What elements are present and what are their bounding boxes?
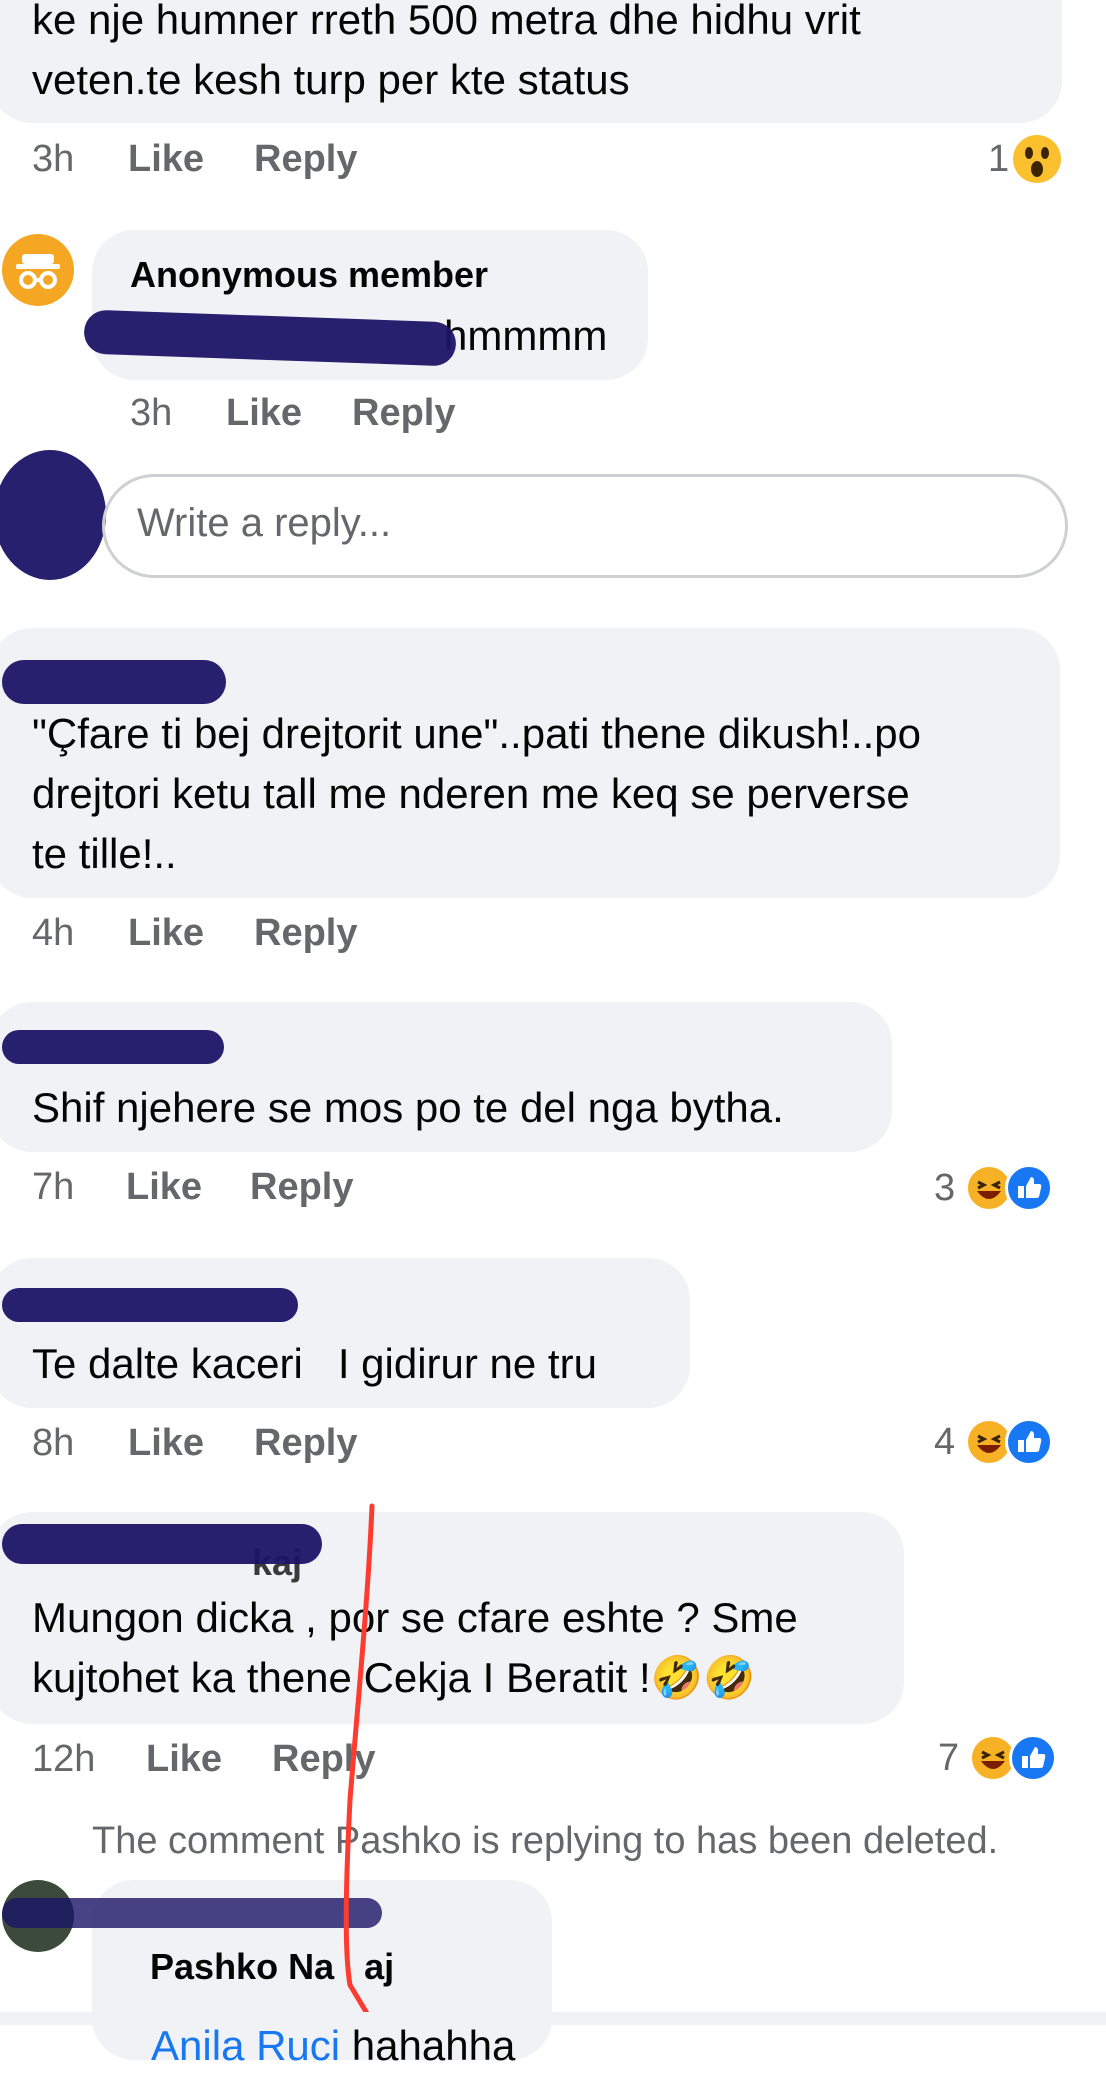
annotation-line — [343, 1503, 377, 2025]
bottom-divider — [0, 2012, 1106, 2025]
mention-link[interactable]: Anila Ruci — [151, 2022, 340, 2069]
comment-body: hahahha — [351, 2022, 516, 2069]
